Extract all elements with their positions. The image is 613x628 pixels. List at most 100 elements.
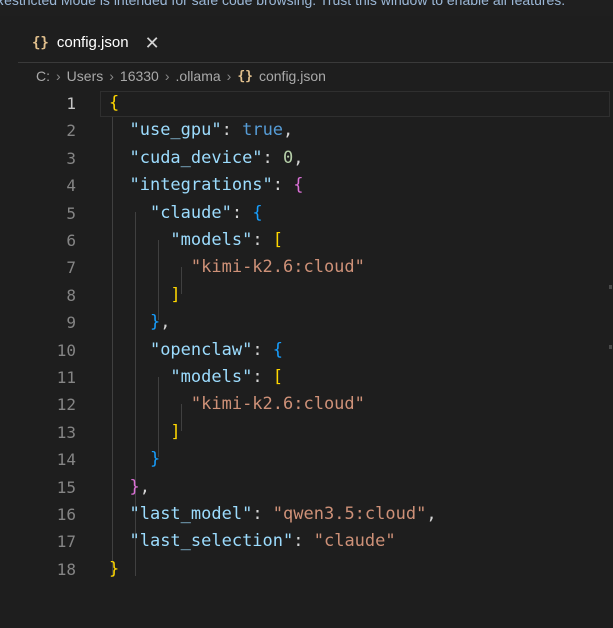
line-number: 13 (56, 422, 76, 442)
code-line[interactable]: 7 "kimi-k2.6:cloud" (0, 254, 613, 281)
code-token: : (221, 120, 243, 141)
code-token: "openclaw" (149, 339, 253, 360)
code-token: "integrations" (129, 175, 273, 196)
code-line[interactable]: 2 "use_gpu": true, (0, 117, 613, 144)
code-line[interactable]: 10 "openclaw": { (0, 337, 613, 364)
code-token: "kimi-k2.6:cloud" (190, 394, 365, 415)
close-icon[interactable]: ✕ (145, 34, 160, 52)
tab-config-json[interactable]: {} config.json ✕ (18, 22, 168, 63)
code-token: , (139, 476, 150, 497)
breadcrumb-user-folder[interactable]: 16330 (120, 68, 159, 84)
code-token: ] (170, 284, 181, 305)
breadcrumb-ollama-folder[interactable]: .ollama (176, 68, 221, 84)
code-text: } (109, 556, 119, 583)
code-line[interactable]: 8 ] (0, 282, 613, 309)
code-token: : (252, 504, 273, 524)
chevron-right-icon: › (109, 68, 114, 84)
code-line[interactable]: 6 "models": [ (0, 227, 613, 254)
code-token: "last_model" (129, 504, 253, 524)
line-number: 11 (56, 368, 76, 387)
code-line[interactable]: 9 }, (0, 309, 613, 336)
code-token: , (426, 504, 437, 524)
code-text: "last_model": "qwen3.5:cloud", (109, 501, 437, 528)
restricted-mode-banner[interactable]: Restricted Mode is intended for safe cod… (0, 0, 613, 16)
code-line[interactable]: 5 "claude": { (0, 200, 613, 227)
restricted-mode-text: Restricted Mode is intended for safe cod… (0, 0, 566, 8)
code-token: { (293, 175, 304, 196)
breadcrumb-users[interactable]: Users (67, 68, 104, 84)
code-line[interactable]: 1{ (0, 90, 613, 117)
code-token: "claude" (313, 531, 396, 552)
code-text: "kimi-k2.6:cloud" (109, 254, 365, 281)
code-token: "qwen3.5:cloud" (272, 504, 427, 524)
code-token: , (283, 120, 294, 141)
code-token: "cuda_device" (129, 147, 263, 168)
code-text: ] (109, 419, 180, 446)
code-text: "models": [ (109, 227, 283, 254)
code-token: { (252, 202, 263, 223)
code-text: }, (109, 309, 171, 336)
line-number: 15 (56, 477, 76, 497)
code-token: [ (272, 230, 284, 250)
line-number: 3 (66, 148, 76, 168)
code-token: { (109, 93, 120, 113)
code-token: true (242, 120, 284, 141)
chevron-right-icon: › (226, 68, 232, 84)
code-text: "openclaw": { (109, 337, 283, 364)
code-text: "cuda_device": 0, (109, 145, 303, 172)
code-text: "claude": { (109, 200, 263, 227)
code-token: : (252, 367, 273, 387)
code-token: : (272, 175, 294, 196)
tab-bar: {} config.json ✕ (0, 16, 613, 63)
code-text: "models": [ (109, 364, 283, 391)
code-line[interactable]: 11 "models": [ (0, 364, 613, 391)
chevron-right-icon: › (56, 68, 61, 84)
line-number: 1 (66, 94, 76, 113)
code-token: "models" (170, 367, 253, 387)
breadcrumb-drive[interactable]: C: (36, 68, 50, 84)
code-token: "models" (170, 230, 253, 250)
code-line[interactable]: 17 "last_selection": "claude" (0, 528, 613, 555)
code-text: ] (109, 282, 181, 309)
code-token: : (293, 531, 314, 552)
line-number: 5 (66, 203, 76, 223)
code-token: : (252, 230, 273, 250)
code-text: "kimi-k2.6:cloud" (109, 391, 365, 418)
code-editor[interactable]: 1{2 "use_gpu": true, 3 "cuda_device": 0, 4… (0, 90, 613, 628)
code-text: "use_gpu": true, (109, 117, 293, 144)
code-line[interactable]: 13 ] (0, 419, 613, 446)
code-line[interactable]: 18} (0, 556, 613, 583)
line-number: 10 (56, 340, 76, 360)
code-line[interactable]: 14 } (0, 446, 613, 473)
code-line[interactable]: 16 "last_model": "qwen3.5:cloud", (0, 501, 613, 528)
line-number: 4 (66, 176, 76, 196)
code-token: "last_selection" (129, 531, 294, 552)
code-line[interactable]: 3 "cuda_device": 0, (0, 145, 613, 172)
code-token: } (149, 449, 161, 470)
code-text: "integrations": { (109, 172, 304, 199)
code-token: } (149, 312, 161, 333)
breadcrumb-file[interactable]: config.json (259, 68, 326, 84)
tab-label: config.json (56, 34, 129, 51)
code-line[interactable]: 4 "integrations": { (0, 172, 613, 199)
line-number: 17 (56, 532, 76, 552)
line-number: 16 (56, 505, 76, 524)
chevron-right-icon: › (164, 68, 170, 84)
breadcrumb: C: › Users › 16330 › .ollama › {} config… (36, 64, 326, 88)
code-line[interactable]: 12 "kimi-k2.6:cloud" (0, 391, 613, 418)
code-token: "use_gpu" (129, 120, 222, 141)
code-token: : (231, 202, 253, 223)
code-line[interactable]: 15 }, (0, 474, 613, 501)
code-text: "last_selection": "claude" (109, 528, 396, 555)
line-number: 6 (66, 231, 76, 250)
